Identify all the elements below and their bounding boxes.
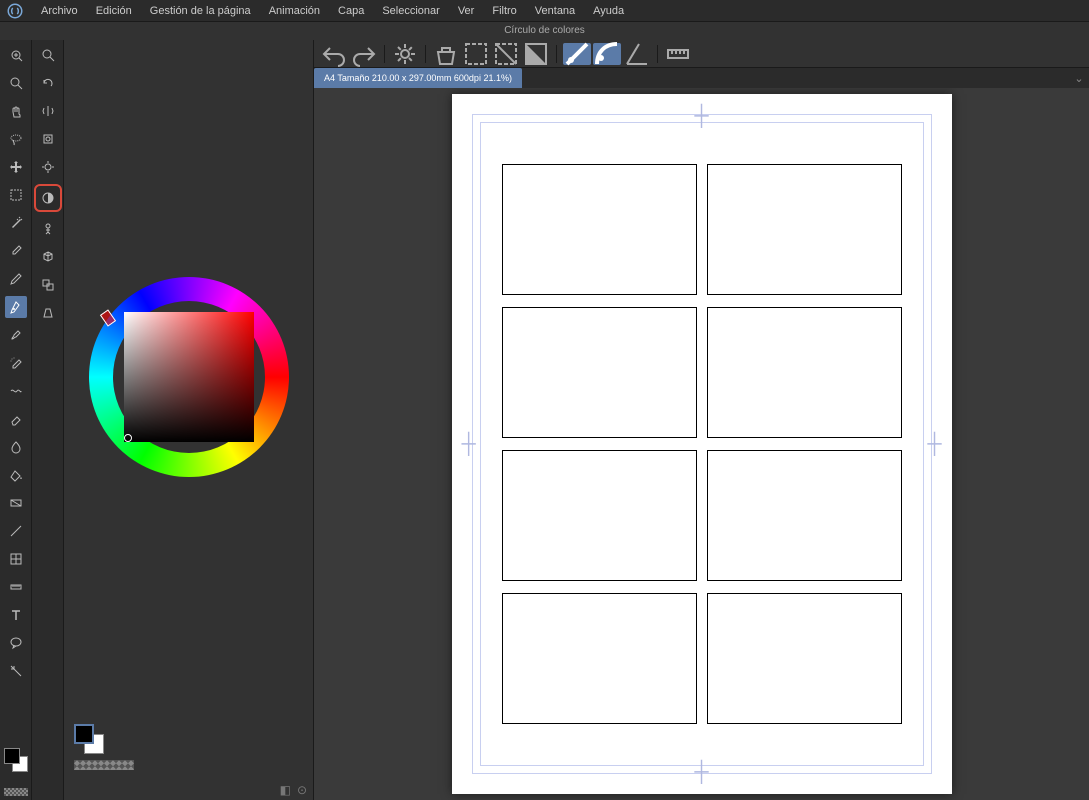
comic-panel[interactable] bbox=[707, 307, 902, 438]
wand-icon[interactable] bbox=[5, 212, 27, 234]
settings-gear-icon[interactable] bbox=[391, 43, 419, 65]
transparency-swatch[interactable] bbox=[74, 760, 134, 770]
pencil-icon[interactable] bbox=[5, 268, 27, 290]
canvas-viewport[interactable]: ┼ ┼ ┼ ┼ bbox=[314, 88, 1089, 800]
perspective-icon[interactable] bbox=[37, 302, 59, 324]
menu-capa[interactable]: Capa bbox=[329, 5, 373, 17]
color-wheel[interactable] bbox=[89, 277, 289, 477]
blend-icon[interactable] bbox=[5, 436, 27, 458]
app-logo-icon[interactable] bbox=[6, 2, 24, 20]
sv-square[interactable] bbox=[124, 312, 254, 442]
panel-footer: ◧ ⊙ bbox=[64, 780, 313, 800]
invert-icon[interactable] bbox=[522, 43, 550, 65]
rotate-icon[interactable] bbox=[37, 72, 59, 94]
tab-expand-icon[interactable]: ⌄ bbox=[1069, 68, 1089, 88]
flip-icon[interactable] bbox=[37, 100, 59, 122]
sv-handle[interactable] bbox=[124, 434, 132, 442]
canvas-area: A4 Tamaño 210.00 x 297.00mm 600dpi 21.1%… bbox=[314, 40, 1089, 800]
hand-icon[interactable] bbox=[5, 100, 27, 122]
snap-angle-icon[interactable] bbox=[623, 43, 651, 65]
color-panel: ◧ ⊙ bbox=[64, 40, 314, 800]
ruler-toggle-icon[interactable] bbox=[664, 43, 692, 65]
menu-ayuda[interactable]: Ayuda bbox=[584, 5, 633, 17]
correct-icon[interactable] bbox=[5, 660, 27, 682]
zoom-fit-icon[interactable] bbox=[5, 44, 27, 66]
toolbar-left bbox=[0, 40, 32, 800]
3d-icon[interactable] bbox=[37, 246, 59, 268]
balloon-icon[interactable] bbox=[5, 632, 27, 654]
canvas-page[interactable]: ┼ ┼ ┼ ┼ bbox=[452, 94, 952, 794]
gradient-icon[interactable] bbox=[5, 492, 27, 514]
redo-icon[interactable] bbox=[350, 43, 378, 65]
panel-options-icon[interactable]: ⊙ bbox=[297, 783, 307, 797]
comic-panel[interactable] bbox=[502, 307, 697, 438]
comic-panel[interactable] bbox=[502, 450, 697, 581]
toolbar-right bbox=[32, 40, 64, 800]
snap-curve-icon[interactable] bbox=[593, 43, 621, 65]
undo-icon[interactable] bbox=[320, 43, 348, 65]
eyedropper-icon[interactable] bbox=[5, 240, 27, 262]
frame-icon[interactable] bbox=[5, 548, 27, 570]
color-swatches-panel bbox=[64, 714, 313, 780]
color-panel-title: Círculo de colores bbox=[0, 22, 1089, 40]
fg-swatch[interactable] bbox=[4, 748, 20, 764]
comic-panel[interactable] bbox=[502, 164, 697, 295]
menu-ventana[interactable]: Ventana bbox=[526, 5, 584, 17]
top-toolbar bbox=[314, 40, 1089, 68]
panel-menu-icon[interactable]: ◧ bbox=[280, 783, 291, 797]
document-tab[interactable]: A4 Tamaño 210.00 x 297.00mm 600dpi 21.1%… bbox=[314, 68, 522, 88]
foreground-color-swatch[interactable] bbox=[74, 724, 94, 744]
move-icon[interactable] bbox=[5, 156, 27, 178]
brush-icon[interactable] bbox=[5, 324, 27, 346]
decoration-icon[interactable] bbox=[5, 380, 27, 402]
scale-icon[interactable] bbox=[37, 274, 59, 296]
comic-panel[interactable] bbox=[707, 164, 902, 295]
fill-icon[interactable] bbox=[5, 464, 27, 486]
menu-ver[interactable]: Ver bbox=[449, 5, 484, 17]
clear-icon[interactable] bbox=[432, 43, 460, 65]
menubar: ArchivoEdiciónGestión de la páginaAnimac… bbox=[0, 0, 1089, 22]
figure-icon[interactable] bbox=[37, 218, 59, 240]
marquee-icon[interactable] bbox=[5, 184, 27, 206]
menu-archivo[interactable]: Archivo bbox=[32, 5, 87, 17]
menu-gestión-de-la-página[interactable]: Gestión de la página bbox=[141, 5, 260, 17]
gradient-tool-icon[interactable] bbox=[37, 187, 59, 209]
menu-edición[interactable]: Edición bbox=[87, 5, 141, 17]
comic-panel[interactable] bbox=[502, 593, 697, 724]
magnifier-icon[interactable] bbox=[5, 72, 27, 94]
eraser-icon[interactable] bbox=[5, 408, 27, 430]
line-icon[interactable] bbox=[5, 520, 27, 542]
snap-straight-icon[interactable] bbox=[563, 43, 591, 65]
text-icon[interactable] bbox=[5, 604, 27, 626]
pen-icon[interactable] bbox=[5, 296, 27, 318]
comic-panel[interactable] bbox=[707, 593, 902, 724]
menu-filtro[interactable]: Filtro bbox=[483, 5, 525, 17]
airbrush-icon[interactable] bbox=[5, 352, 27, 374]
zoom-icon[interactable] bbox=[37, 44, 59, 66]
comic-panel[interactable] bbox=[707, 450, 902, 581]
menu-seleccionar[interactable]: Seleccionar bbox=[373, 5, 448, 17]
toolbar-color-swatches[interactable] bbox=[4, 748, 28, 772]
deselect-icon[interactable] bbox=[492, 43, 520, 65]
operation-icon[interactable] bbox=[37, 128, 59, 150]
menu-animación[interactable]: Animación bbox=[260, 5, 329, 17]
ruler-icon[interactable] bbox=[5, 576, 27, 598]
transparent-swatch[interactable] bbox=[4, 788, 28, 796]
comic-panels-grid bbox=[502, 164, 902, 724]
tab-bar: A4 Tamaño 210.00 x 297.00mm 600dpi 21.1%… bbox=[314, 68, 1089, 88]
lasso-icon[interactable] bbox=[5, 128, 27, 150]
select-all-icon[interactable] bbox=[462, 43, 490, 65]
light-icon[interactable] bbox=[37, 156, 59, 178]
